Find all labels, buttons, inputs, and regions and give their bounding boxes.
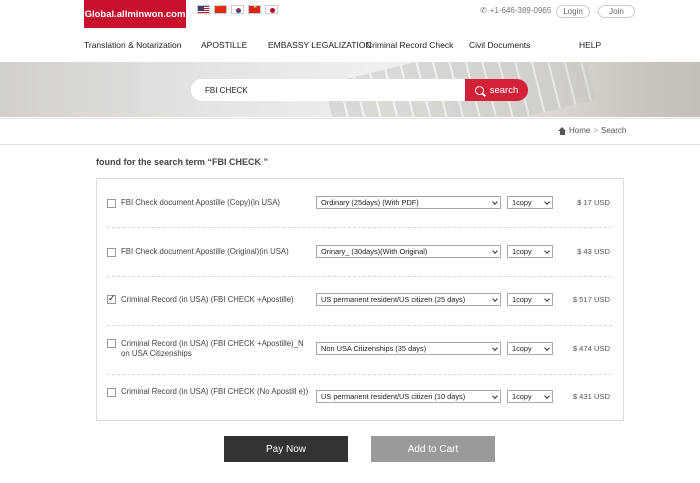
product-name: Criminal Record (in USA) (FBI CHECK (No …: [121, 387, 309, 396]
main-nav: Translation & Notarization APOSTILLE EMB…: [0, 40, 700, 52]
quantity-value: 1copy: [512, 295, 532, 304]
product-price: $ 43 USD: [577, 247, 610, 256]
product-list: FBI Check document Apostille (Copy)(in U…: [96, 178, 624, 421]
breadcrumb-home[interactable]: Home: [569, 126, 590, 135]
product-price: $ 431 USD: [572, 392, 610, 401]
login-button[interactable]: Login: [556, 5, 590, 18]
product-name: FBI Check document Apostille (Copy)(in U…: [121, 198, 281, 207]
home-icon: [558, 126, 566, 135]
vietnam-flag-icon[interactable]: [248, 5, 261, 14]
chevron-down-icon: [492, 296, 498, 302]
join-button[interactable]: Join: [598, 5, 635, 18]
product-name: Criminal Record (in USA) (FBI CHECK +Apo…: [121, 339, 304, 358]
chevron-down-icon: [492, 345, 498, 351]
product-checkbox[interactable]: [107, 199, 116, 208]
chevron-down-icon: [492, 199, 498, 205]
breadcrumb-current: Search: [601, 126, 627, 135]
breadcrumb: Home > Search: [558, 126, 626, 135]
chevron-down-icon: [492, 248, 498, 254]
language-flags: [197, 5, 278, 14]
search-icon: [474, 85, 484, 95]
nav-embassy-legalization[interactable]: EMBASSY LEGALIZATION: [268, 40, 372, 50]
us-flag-icon[interactable]: [197, 5, 210, 14]
option-value: US permanent resident/US citizen (10 day…: [321, 392, 466, 401]
product-row: Criminal Record (in USA) (FBI CHECK +Apo…: [107, 277, 612, 326]
nav-civil-documents[interactable]: Civil Documents: [469, 40, 530, 50]
product-price: $ 517 USD: [572, 295, 610, 304]
product-checkbox[interactable]: [107, 388, 116, 397]
product-price: $ 474 USD: [572, 344, 610, 353]
divider: [0, 118, 700, 119]
nav-translation-notarization[interactable]: Translation & Notarization: [84, 40, 181, 50]
quantity-value: 1copy: [512, 344, 532, 353]
option-select[interactable]: Ordinary (25days) (With PDF): [316, 196, 501, 209]
option-value: Non USA Citizenships (35 days): [321, 344, 427, 353]
pay-now-button[interactable]: Pay Now: [224, 436, 348, 462]
option-value: Ordinary (25days) (With PDF): [321, 198, 419, 207]
breadcrumb-separator: >: [593, 126, 599, 135]
results-title: found for the search term “FBI CHECK ”: [96, 157, 269, 167]
add-to-cart-button[interactable]: Add to Cart: [371, 436, 495, 462]
china-flag-icon[interactable]: [214, 5, 227, 14]
product-name: Criminal Record (in USA) (FBI CHECK +Apo…: [121, 295, 294, 304]
nav-help[interactable]: HELP: [579, 40, 601, 50]
product-name: FBI Check document Apostille (Original)(…: [121, 247, 289, 256]
search-button[interactable]: search: [465, 79, 528, 101]
product-checkbox[interactable]: [107, 248, 116, 257]
option-select[interactable]: Non USA Citizenships (35 days): [316, 342, 501, 355]
option-value: Orinary_ (30days)(With Original): [321, 247, 428, 256]
product-price: $ 17 USD: [577, 198, 610, 207]
divider: [0, 144, 700, 145]
quantity-value: 1copy: [512, 392, 532, 401]
product-checkbox-checked[interactable]: [107, 293, 116, 304]
option-select[interactable]: Orinary_ (30days)(With Original): [316, 245, 501, 258]
search-input[interactable]: [191, 79, 465, 101]
option-value: US permanent resident/US citizen (25 day…: [321, 295, 466, 304]
product-row: FBI Check document Apostille (Original)(…: [107, 228, 612, 277]
chevron-down-icon: [492, 393, 498, 399]
product-row: Criminal Record (in USA) (FBI CHECK (No …: [107, 375, 612, 424]
nav-apostille[interactable]: APOSTILLE: [201, 40, 247, 50]
phone-icon: ✆: [480, 6, 487, 15]
nav-criminal-record-check[interactable]: Criminal Record Check: [366, 40, 453, 50]
site-logo[interactable]: Global.allminwon.com: [84, 0, 186, 28]
product-checkbox[interactable]: [107, 339, 116, 348]
quantity-value: 1copy: [512, 198, 532, 207]
option-select[interactable]: US permanent resident/US citizen (25 day…: [316, 293, 501, 306]
search-button-label: search: [489, 84, 519, 96]
japan-flag-icon[interactable]: [265, 5, 278, 14]
option-select[interactable]: US permanent resident/US citizen (10 day…: [316, 390, 501, 403]
quantity-value: 1copy: [512, 247, 532, 256]
product-row: Criminal Record (in USA) (FBI CHECK +Apo…: [107, 326, 612, 375]
phone-number: +1-646-389-0965: [489, 6, 552, 15]
phone-contact: ✆ +1-646-389-0965: [480, 6, 551, 15]
product-row: FBI Check document Apostille (Copy)(in U…: [107, 179, 612, 228]
korea-flag-icon[interactable]: [231, 5, 244, 14]
